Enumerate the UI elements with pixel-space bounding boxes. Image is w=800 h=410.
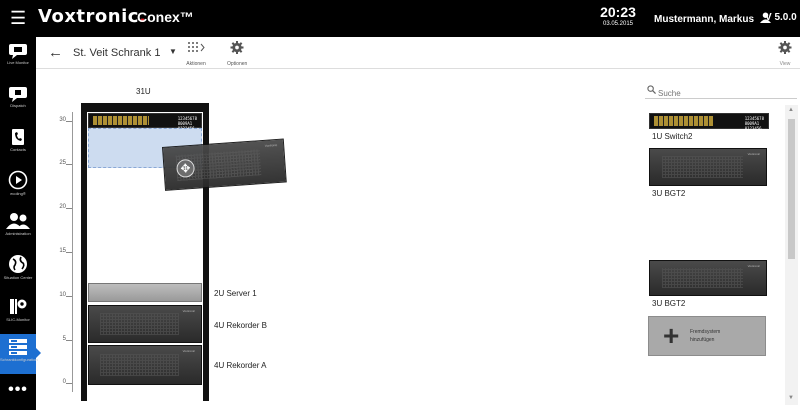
cabinet-name: St. Veit Schrank 1 xyxy=(73,47,161,59)
clock: 20:23 03.05.2015 xyxy=(600,4,636,27)
sidebar-item-administration[interactable]: Administration xyxy=(0,208,36,248)
ruler-tick xyxy=(66,208,72,209)
library-scrollbar[interactable]: ▲ ▼ xyxy=(785,105,798,405)
rack-device-rekorder-a[interactable]: Voxtronic xyxy=(88,345,202,385)
rack-switch[interactable]: 123456788009A10123456 xyxy=(88,113,202,131)
gear-icon xyxy=(778,41,792,54)
user-menu[interactable]: Mustermann, Markus xyxy=(654,12,771,25)
sidebar-item-situation-center[interactable]: Situation Center xyxy=(0,250,36,290)
ruler-tick xyxy=(66,252,72,253)
add-foreign-system-button[interactable]: + Fremdsystem hinzufügen xyxy=(648,316,766,356)
ruler-tick xyxy=(66,383,72,384)
sidebar-item-contacts[interactable]: Contacts xyxy=(0,124,36,164)
device-label: 2U Server 1 xyxy=(214,289,257,298)
sidebar-item-dispatch[interactable]: Dispatch xyxy=(0,82,36,122)
options-button[interactable]: Optionen xyxy=(227,41,247,67)
phone-book-icon xyxy=(12,129,24,145)
scroll-down-icon[interactable]: ▼ xyxy=(788,395,794,401)
dragged-device[interactable]: Voxtronic ✥ xyxy=(162,138,287,191)
library-item-bgt2[interactable]: Voxtronic xyxy=(649,260,767,296)
ruler-tick-label: 25 xyxy=(59,160,66,166)
speech-bubble-icon xyxy=(9,44,27,59)
version-label: V 5.0.0 xyxy=(765,12,797,23)
library-item-label: 1U Switch2 xyxy=(652,132,693,141)
dispatch-icon xyxy=(9,87,27,102)
ruler-tick-label: 5 xyxy=(62,336,66,342)
sidebar-item-live-monitor[interactable]: Live Monitor xyxy=(0,39,36,79)
rack-height-label: 31U xyxy=(136,87,151,96)
ruler-tick xyxy=(66,296,72,297)
library-item-bgt2[interactable]: Voxtronic xyxy=(649,148,767,186)
scroll-up-icon[interactable]: ▲ xyxy=(788,107,794,113)
ruler-tick xyxy=(66,164,72,165)
hamburger-menu-icon[interactable]: ☰ xyxy=(10,8,26,28)
product-name: Conex™ xyxy=(137,9,194,25)
sidebar-item-schrankkonfiguration[interactable]: Schrankkonfiguration xyxy=(0,334,41,374)
device-label: 4U Rekorder A xyxy=(214,361,267,370)
clock-time: 20:23 xyxy=(600,4,636,20)
rack-device-server-1[interactable] xyxy=(88,283,202,302)
user-name: Mustermann, Markus xyxy=(654,14,755,25)
library-item-label: 3U BGT2 xyxy=(652,299,686,308)
sidebar: Live Monitor Dispatch Contacts ecoling® … xyxy=(0,37,41,410)
ruler-tick-label: 30 xyxy=(59,117,66,123)
rack-device-rekorder-b[interactable]: Voxtronic xyxy=(88,305,202,343)
users-icon xyxy=(6,213,30,229)
ruler-tick-label: 15 xyxy=(59,248,66,254)
server-rack-icon xyxy=(9,339,27,355)
grid-dots-icon xyxy=(188,42,205,52)
switch-ports xyxy=(654,116,713,126)
library-item-switch2[interactable]: 12345678 8009A1 0123456 xyxy=(649,113,769,131)
view-button[interactable]: View xyxy=(778,41,792,67)
top-bar: ☰ Voxtronic. Conex™ 20:23 03.05.2015 Mus… xyxy=(0,0,800,37)
ruler-tick-label: 20 xyxy=(59,204,66,210)
search-icon xyxy=(647,85,656,94)
search-input[interactable] xyxy=(658,86,788,101)
search-box[interactable] xyxy=(645,83,797,101)
cabinet-dropdown-caret-icon[interactable]: ▼ xyxy=(169,47,177,56)
brand-logo: Voxtronic. xyxy=(38,6,147,27)
actions-button[interactable]: Aktionen xyxy=(186,41,206,67)
back-arrow-icon[interactable]: ← xyxy=(48,44,63,61)
sidebar-item-slic-monitor[interactable]: SLIC-Monitor xyxy=(0,292,36,332)
library-item-label: 3U BGT2 xyxy=(652,189,686,198)
play-icon xyxy=(8,170,28,190)
scrollbar-thumb[interactable] xyxy=(788,119,795,259)
globe-icon xyxy=(9,255,27,273)
more-menu-icon[interactable]: ••• xyxy=(0,381,36,399)
toolbar: ← St. Veit Schrank 1 ▼ Aktionen Optionen… xyxy=(36,37,800,69)
device-label: 4U Rekorder B xyxy=(214,321,267,330)
ruler-tick-label: 10 xyxy=(59,292,66,298)
clock-date: 03.05.2015 xyxy=(602,21,634,27)
gear-icon xyxy=(230,41,244,54)
switch-ports xyxy=(93,116,149,126)
sidebar-item-ecoling[interactable]: ecoling® xyxy=(0,166,36,206)
switch-text: 123456788009A10123456 xyxy=(744,116,764,131)
ruler-tick-label: 0 xyxy=(62,379,66,385)
gear-server-icon xyxy=(10,299,27,314)
ruler-tick xyxy=(66,340,72,341)
ruler-tick xyxy=(66,121,72,122)
plus-icon: + xyxy=(663,320,680,351)
rack-ruler xyxy=(72,112,73,392)
